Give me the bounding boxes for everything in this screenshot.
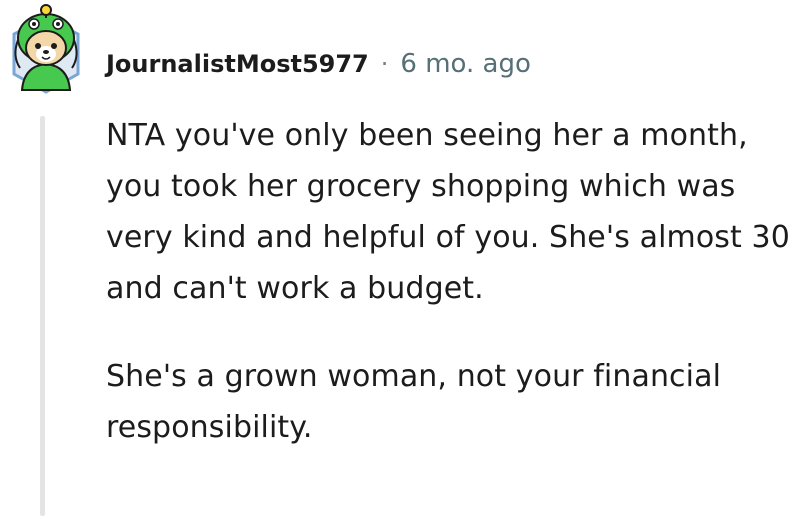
comment-body: NTA you've only been seeing her a month,… bbox=[106, 110, 796, 453]
avatar[interactable] bbox=[6, 4, 86, 100]
snoo-avatar-icon bbox=[12, 4, 80, 94]
comment-meta: JournalistMost5977 · 6 mo. ago bbox=[106, 44, 531, 84]
thread-collapse-line[interactable] bbox=[40, 116, 45, 516]
username-link[interactable]: JournalistMost5977 bbox=[106, 50, 369, 78]
comment-paragraph: She's a grown woman, not your financial … bbox=[106, 359, 722, 445]
comment: JournalistMost5977 · 6 mo. ago NTA you'v… bbox=[0, 0, 804, 516]
timestamp-link[interactable]: 6 mo. ago bbox=[400, 49, 530, 79]
comment-paragraph: NTA you've only been seeing her a month,… bbox=[106, 118, 790, 306]
meta-separator: · bbox=[380, 50, 389, 78]
